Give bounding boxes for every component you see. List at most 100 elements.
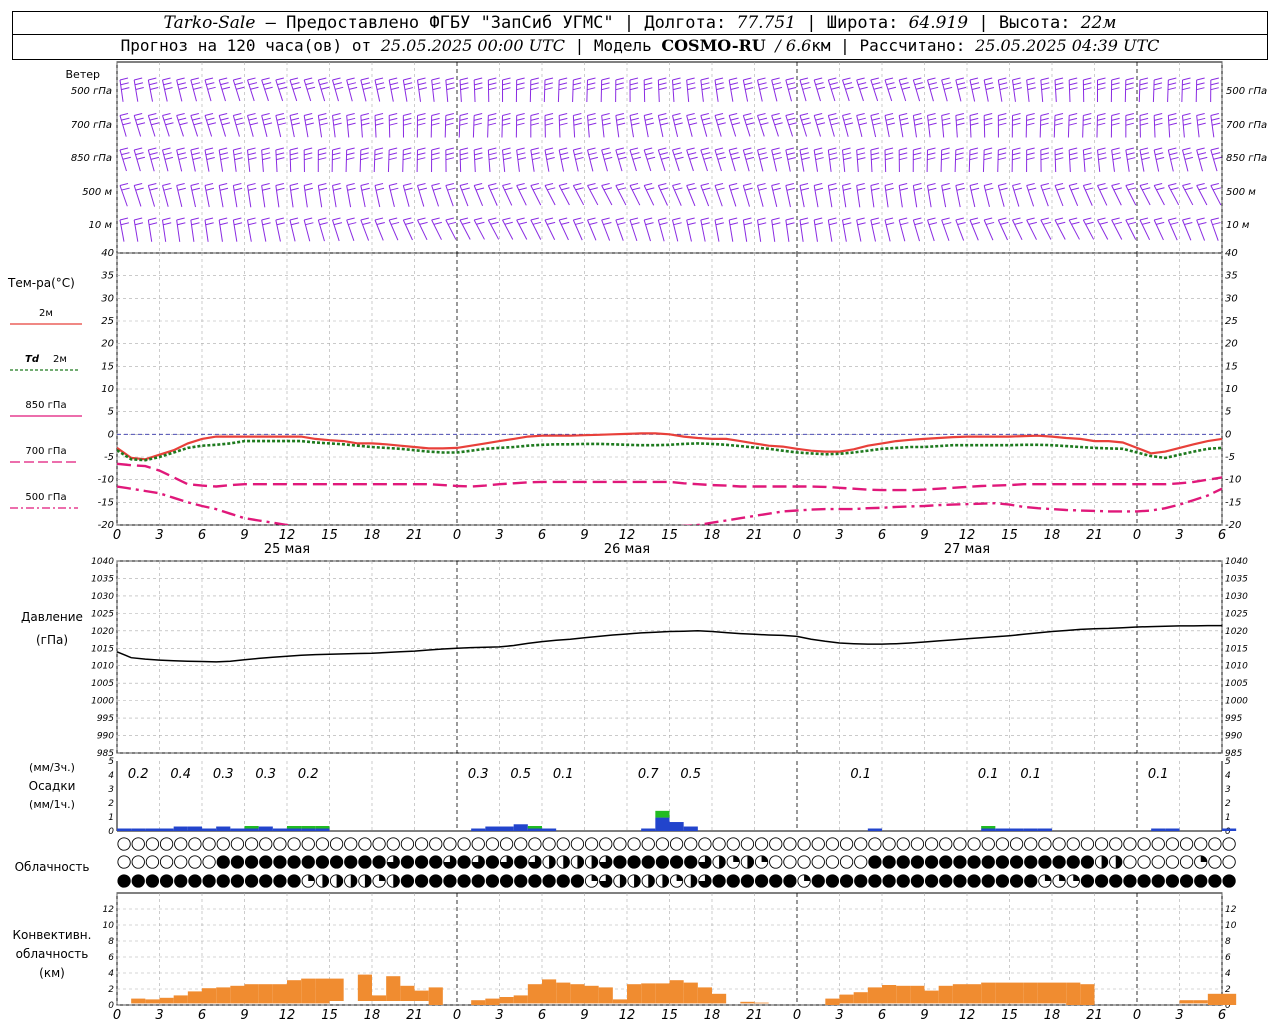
- wind-barb-feather: [346, 157, 355, 161]
- wind-barb-feather: [1068, 117, 1078, 121]
- precip-bar: [230, 828, 245, 831]
- wind-level-right: 10 м: [1226, 220, 1250, 231]
- x-tick-label: 6: [878, 1008, 886, 1023]
- wind-barb-feather: [802, 122, 812, 126]
- wind-barb-feather: [559, 122, 568, 126]
- conv-cloud-bar: [627, 984, 642, 1004]
- x-tick-label: 21: [1086, 528, 1103, 543]
- wind-barb-feather: [899, 77, 908, 81]
- wind-barb: [968, 149, 971, 173]
- wind-barb-feather: [871, 222, 880, 226]
- cloud-symbol-middle: [174, 855, 188, 869]
- x-tick-label: 9: [580, 528, 588, 543]
- cloud-symbol-high: [613, 837, 627, 851]
- wind-barb-feather: [998, 152, 1007, 156]
- precip-3h-sum: 0.2: [298, 767, 319, 782]
- wind-barb: [799, 79, 807, 102]
- cloud-fill-full: [302, 855, 315, 869]
- wind-barb-feather: [771, 113, 780, 116]
- wind-barb: [969, 115, 972, 138]
- wind-barb-feather: [388, 157, 397, 161]
- wind-barb-feather: [502, 117, 511, 121]
- x-tick-label: 0: [1133, 528, 1141, 543]
- wind-barb-feather: [546, 221, 556, 225]
- wind-level-left: 700 гПа: [71, 120, 112, 131]
- wind-barb-feather: [1028, 187, 1037, 191]
- wind-barb-feather: [1026, 152, 1035, 156]
- wind-barb: [757, 219, 762, 242]
- wind-barb-feather: [587, 82, 596, 86]
- wind-barb-feather: [870, 113, 879, 116]
- wind-barb-feather: [163, 152, 172, 156]
- wind-barb-feather: [617, 152, 626, 156]
- y-tick-left: 1035: [91, 574, 114, 584]
- conv-cloud-bar: [1066, 982, 1081, 1005]
- wind-barb-feather: [629, 217, 639, 221]
- cloud-fill-full: [996, 874, 1009, 888]
- wind-barb-feather: [588, 152, 597, 156]
- wind-barb-feather: [957, 86, 967, 90]
- wind-barb-feather: [969, 147, 979, 151]
- precip-3h-sum: 0.1: [978, 767, 999, 782]
- wind-barb: [387, 149, 390, 173]
- wind-barb-feather: [702, 152, 711, 156]
- wind-barb-feather: [290, 152, 299, 156]
- wind-barb-feather: [884, 77, 894, 81]
- x-tick-label: 9: [920, 1008, 928, 1023]
- wind-barb-feather: [814, 187, 824, 191]
- wind-barb-feather: [445, 122, 454, 126]
- wind-barb: [842, 219, 847, 242]
- wind-barb-feather: [700, 113, 709, 116]
- wind-barb-feather: [1168, 217, 1177, 221]
- wind-barb-feather: [843, 117, 852, 121]
- wind-barb: [261, 149, 264, 172]
- wind-barb-feather: [843, 82, 853, 86]
- wind-barb-feather: [1140, 122, 1149, 126]
- cloud-fill-full: [1208, 874, 1222, 888]
- cloud-fill-full: [202, 874, 216, 888]
- wind-barb: [402, 149, 404, 173]
- wind-barb-feather: [206, 157, 215, 161]
- wind-barb-feather: [872, 122, 882, 126]
- wind-barb-feather: [346, 183, 355, 186]
- wind-barb-feather: [487, 122, 497, 126]
- wind-barb-feather: [941, 117, 951, 121]
- wind-barb-feather: [573, 77, 582, 81]
- wind-barb-feather: [204, 147, 214, 151]
- wind-barb: [827, 219, 833, 242]
- wind-barb-feather: [589, 187, 598, 191]
- wind-barb-feather: [928, 122, 937, 126]
- wind-barb-feather: [885, 157, 894, 161]
- wind-barb-feather: [1085, 221, 1094, 225]
- wind-barb-feather: [347, 122, 356, 126]
- wind-barb-feather: [162, 217, 171, 221]
- wind-barb-feather: [744, 82, 753, 86]
- wind-barb-feather: [758, 222, 767, 226]
- wind-barb-feather: [1154, 77, 1163, 81]
- wind-barb-feather: [318, 147, 327, 151]
- wind-barb-feather: [955, 113, 964, 116]
- cloud-fill-part: [308, 874, 315, 881]
- cloud-symbol-middle: [1151, 855, 1165, 869]
- cloud-fill-part: [1115, 855, 1122, 869]
- wind-barb-feather: [276, 222, 285, 226]
- wind-barb-feather: [177, 82, 186, 86]
- wind-barb-feather: [842, 113, 851, 116]
- cloud-symbol-high: [1165, 837, 1180, 851]
- precip-bar: [258, 826, 273, 831]
- wind-barb-feather: [971, 221, 980, 225]
- cloud-symbol-high: [514, 837, 528, 851]
- wind-barb-feather: [672, 183, 681, 186]
- wind-barb-feather: [701, 82, 710, 86]
- wind-barb-feather: [998, 147, 1007, 151]
- cloud-symbol-high: [1109, 837, 1123, 851]
- wind-barb: [360, 115, 363, 138]
- wind-barb: [176, 219, 181, 242]
- wind-barb-feather: [759, 86, 768, 90]
- x-tick-label: 0: [453, 528, 461, 543]
- cloud-symbol-high: [1038, 837, 1052, 851]
- wind-barb-feather: [431, 157, 440, 161]
- wind-barb: [275, 149, 278, 172]
- wind-barb-feather: [1083, 82, 1092, 86]
- wind-barb-feather: [249, 122, 259, 126]
